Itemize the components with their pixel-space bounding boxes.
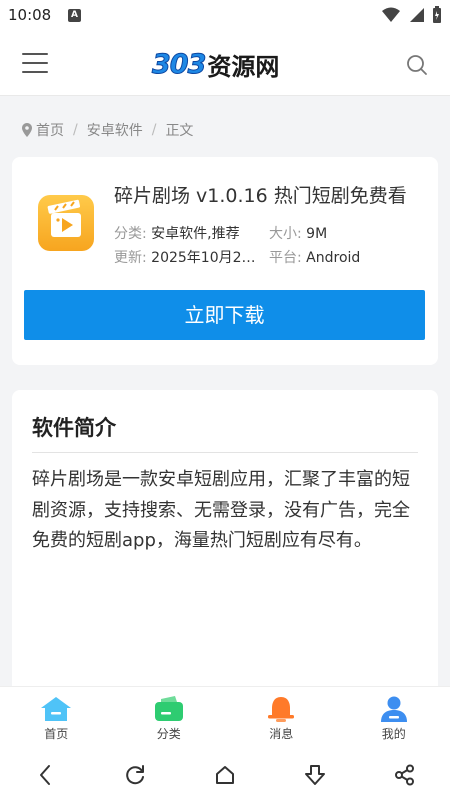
app-title: 碎片剧场 v1.0.16 热门短剧免费看: [114, 185, 407, 207]
tab-profile[interactable]: 我的: [338, 687, 450, 750]
home-icon: [41, 697, 72, 721]
size-value: 9M: [306, 226, 328, 242]
search-icon[interactable]: [406, 54, 428, 76]
category-meta: 分类: 安卓软件,推荐: [114, 223, 240, 243]
breadcrumb-home[interactable]: 首页: [36, 120, 64, 140]
size-meta: 大小: 9M: [269, 223, 327, 243]
platform-value: Android: [306, 250, 361, 266]
download-nav-button[interactable]: [295, 755, 335, 795]
location-pin-icon: [22, 123, 32, 137]
status-bar: 10:08 A: [0, 0, 450, 32]
platform-label: 平台:: [269, 250, 302, 266]
download-button[interactable]: 立即下载: [24, 290, 425, 340]
share-icon: [395, 764, 414, 786]
tab-messages-label: 消息: [269, 727, 294, 741]
tab-home-label: 首页: [44, 727, 69, 741]
browser-nav-bar: [0, 750, 450, 800]
download-arrow-icon: [305, 765, 325, 785]
house-outline-icon: [216, 766, 234, 784]
platform-meta: 平台: Android: [269, 247, 360, 267]
category-value[interactable]: 安卓软件,推荐: [151, 226, 239, 242]
battery-icon: [433, 6, 441, 23]
size-label: 大小:: [269, 226, 302, 242]
tab-messages[interactable]: 消息: [225, 687, 338, 750]
share-button[interactable]: [385, 755, 425, 795]
wifi-icon: [382, 7, 400, 22]
updated-value: 2025年10月2…: [151, 250, 256, 266]
breadcrumb-android-software[interactable]: 安卓软件: [87, 120, 143, 140]
refresh-icon: [126, 765, 144, 785]
intro-title: 软件简介: [32, 416, 116, 440]
status-time: 10:08: [8, 6, 52, 24]
bell-icon: [268, 697, 295, 722]
app-icon: [38, 195, 94, 251]
breadcrumb-current: 正文: [165, 123, 194, 139]
site-logo[interactable]: 303 资源网: [151, 48, 280, 81]
category-label: 分类:: [114, 226, 147, 242]
tab-home[interactable]: 首页: [0, 687, 113, 750]
app-info-card: 碎片剧场 v1.0.16 热门短剧免费看 分类: 安卓软件,推荐 大小: 9M …: [12, 157, 438, 365]
breadcrumb-separator: /: [151, 122, 157, 138]
updated-meta: 更新: 2025年10月2…: [114, 247, 256, 267]
back-button[interactable]: [25, 755, 65, 795]
site-header: 303 资源网: [0, 32, 450, 96]
updated-label: 更新:: [114, 250, 147, 266]
user-icon: [380, 696, 407, 722]
logo-number: 303: [151, 48, 206, 80]
intro-divider: [32, 452, 418, 453]
intro-text: 碎片剧场是一款安卓短剧应用，汇聚了丰富的短剧资源，支持搜索、无需登录，没有广告，…: [32, 469, 410, 551]
logo-text: 资源网: [207, 52, 280, 81]
notification-badge: A: [68, 9, 81, 22]
software-intro-card: 软件简介 碎片剧场是一款安卓短剧应用，汇聚了丰富的短剧资源，支持搜索、无需登录，…: [12, 390, 438, 700]
breadcrumb-separator: /: [73, 122, 78, 138]
tab-category[interactable]: 分类: [113, 687, 226, 750]
clapperboard-play-icon: [47, 199, 81, 237]
chevron-left-icon: [40, 765, 50, 785]
system-icons: [382, 6, 442, 24]
bottom-tab-bar: 首页 分类 消息 我的: [0, 686, 450, 750]
breadcrumb: 首页 / 安卓软件 / 正文: [22, 120, 193, 140]
tab-profile-label: 我的: [381, 727, 406, 741]
refresh-button[interactable]: [115, 755, 155, 795]
home-button[interactable]: [205, 755, 245, 795]
tab-category-label: 分类: [156, 727, 181, 741]
menu-icon[interactable]: [22, 53, 48, 75]
signal-icon: [410, 8, 424, 22]
wallet-icon: [154, 696, 183, 721]
